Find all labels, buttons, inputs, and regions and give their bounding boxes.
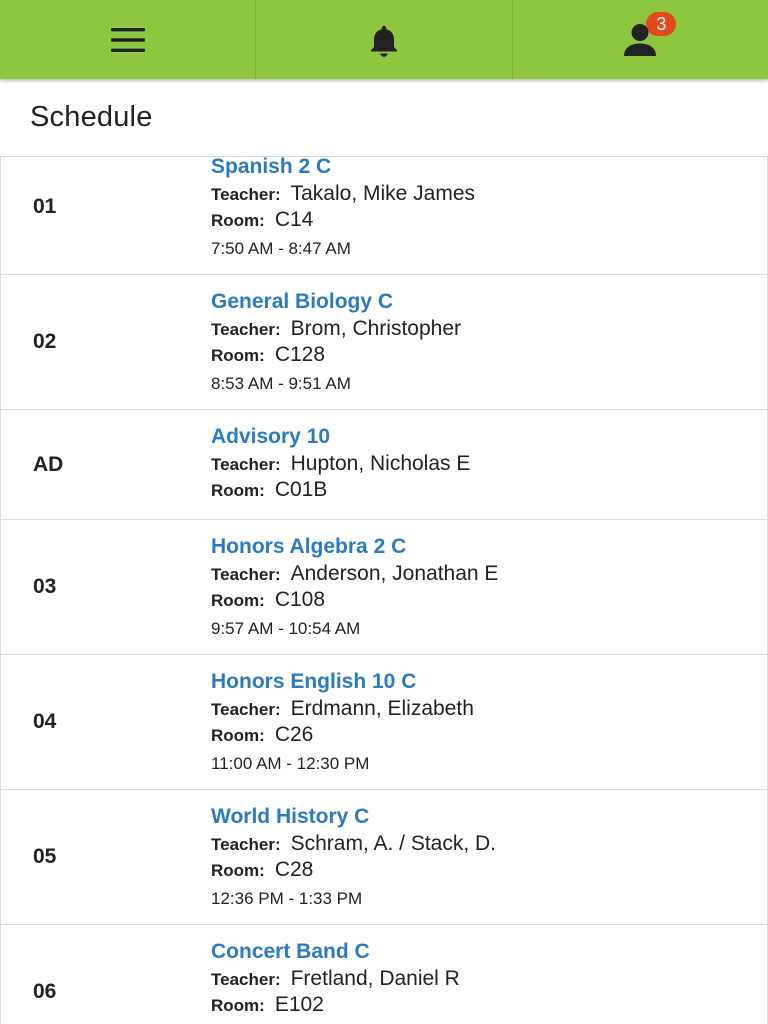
room-label: Room: — [211, 346, 265, 365]
class-details: General Biology C Teacher: Brom, Christop… — [211, 288, 747, 394]
teacher-label: Teacher: — [211, 700, 281, 719]
room-number: C01B — [274, 478, 328, 501]
room-line: Room: C128 — [211, 342, 747, 368]
room-label: Room: — [211, 211, 265, 230]
page-title: Schedule — [30, 101, 153, 133]
teacher-name: Erdmann, Elizabeth — [290, 697, 474, 720]
teacher-line: Teacher: Schram, A. / Stack, D. — [211, 831, 747, 857]
period-number: AD — [33, 452, 64, 476]
room-label: Room: — [211, 996, 265, 1015]
teacher-line: Teacher: Fretland, Daniel R — [211, 966, 747, 992]
teacher-name: Hupton, Nicholas E — [290, 452, 471, 475]
class-details: Honors Algebra 2 C Teacher: Anderson, Jon… — [211, 533, 747, 639]
teacher-name: Anderson, Jonathan E — [290, 562, 499, 585]
room-number: C26 — [274, 723, 314, 746]
user-icon — [624, 23, 657, 56]
top-navigation-bar: 3 — [0, 0, 768, 79]
teacher-line: Teacher: Anderson, Jonathan E — [211, 561, 747, 587]
teacher-label: Teacher: — [211, 455, 281, 474]
class-time: 8:53 AM - 9:51 AM — [211, 374, 351, 393]
schedule-row[interactable]: 06 Concert Band C Teacher: Fretland, Dani… — [0, 925, 768, 1024]
page-header: Schedule — [0, 79, 768, 157]
teacher-name: Takalo, Mike James — [290, 182, 476, 205]
class-details: World History C Teacher: Schram, A. / Sta… — [211, 803, 747, 909]
class-time: 9:57 AM - 10:54 AM — [211, 619, 361, 638]
profile-button[interactable] — [511, 0, 768, 79]
schedule-row[interactable]: 04 Honors English 10 C Teacher: Erdmann, … — [0, 655, 768, 790]
room-label: Room: — [211, 481, 265, 500]
course-link[interactable]: Honors English 10 C — [211, 668, 747, 696]
room-line: Room: E102 — [211, 992, 747, 1018]
menu-button[interactable] — [0, 0, 255, 79]
schedule-row[interactable]: 01 Spanish 2 C Teacher: Takalo, Mike Jame… — [0, 157, 768, 275]
teacher-line: Teacher: Hupton, Nicholas E — [211, 451, 747, 477]
class-details: Honors English 10 C Teacher: Erdmann, Eli… — [211, 668, 747, 774]
room-line: Room: C108 — [211, 587, 747, 613]
class-time: 11:00 AM - 12:30 PM — [211, 754, 370, 773]
room-line: Room: C14 — [211, 207, 747, 233]
period-number: 04 — [33, 710, 57, 733]
class-details: Concert Band C Teacher: Fretland, Daniel … — [211, 938, 747, 1018]
room-number: E102 — [274, 993, 324, 1016]
schedule-row[interactable]: 05 World History C Teacher: Schram, A. / … — [0, 790, 768, 925]
notifications-button[interactable]: 3 — [255, 0, 677, 79]
teacher-line: Teacher: Brom, Christopher — [211, 316, 747, 342]
room-number: C108 — [274, 588, 326, 611]
period-number: 01 — [33, 195, 57, 218]
class-time: 12:36 PM - 1:33 PM — [211, 889, 363, 908]
period-number: 02 — [33, 330, 57, 353]
period-number: 06 — [33, 980, 57, 1003]
schedule-row[interactable]: 03 Honors Algebra 2 C Teacher: Anderson, … — [0, 520, 768, 655]
course-link[interactable]: General Biology C — [211, 288, 747, 316]
teacher-line: Teacher: Erdmann, Elizabeth — [211, 696, 747, 722]
teacher-label: Teacher: — [211, 835, 281, 854]
schedule-row[interactable]: AD Advisory 10 Teacher: Hupton, Nicholas … — [0, 410, 768, 520]
room-line: Room: C26 — [211, 722, 747, 748]
teacher-label: Teacher: — [211, 185, 281, 204]
teacher-name: Brom, Christopher — [290, 317, 461, 340]
period-number: 05 — [33, 845, 57, 868]
teacher-label: Teacher: — [211, 970, 281, 989]
course-link[interactable]: World History C — [211, 803, 747, 831]
room-label: Room: — [211, 591, 265, 610]
period-number: 03 — [33, 575, 57, 598]
course-link[interactable]: Honors Algebra 2 C — [211, 533, 747, 561]
teacher-line: Teacher: Takalo, Mike James — [211, 181, 747, 207]
class-details: Advisory 10 Teacher: Hupton, Nicholas E R… — [211, 423, 747, 503]
room-label: Room: — [211, 726, 265, 745]
hamburger-menu-icon — [110, 27, 145, 52]
room-label: Room: — [211, 861, 265, 880]
schedule-list[interactable]: 01 Spanish 2 C Teacher: Takalo, Mike Jame… — [0, 157, 768, 1024]
room-number: C128 — [274, 343, 326, 366]
class-details: Spanish 2 C Teacher: Takalo, Mike James R… — [211, 157, 747, 259]
room-line: Room: C28 — [211, 857, 747, 883]
room-line: Room: C01B — [211, 477, 747, 503]
course-link[interactable]: Concert Band C — [211, 938, 747, 966]
course-link[interactable]: Spanish 2 C — [211, 157, 747, 181]
course-link[interactable]: Advisory 10 — [211, 423, 747, 451]
teacher-name: Schram, A. / Stack, D. — [290, 832, 497, 855]
room-number: C28 — [274, 858, 314, 881]
schedule-row[interactable]: 02 General Biology C Teacher: Brom, Chris… — [0, 275, 768, 410]
teacher-label: Teacher: — [211, 565, 281, 584]
room-number: C14 — [274, 208, 314, 231]
class-time: 7:50 AM - 8:47 AM — [211, 239, 351, 258]
teacher-name: Fretland, Daniel R — [290, 967, 460, 990]
teacher-label: Teacher: — [211, 320, 281, 339]
bell-icon — [370, 25, 397, 57]
